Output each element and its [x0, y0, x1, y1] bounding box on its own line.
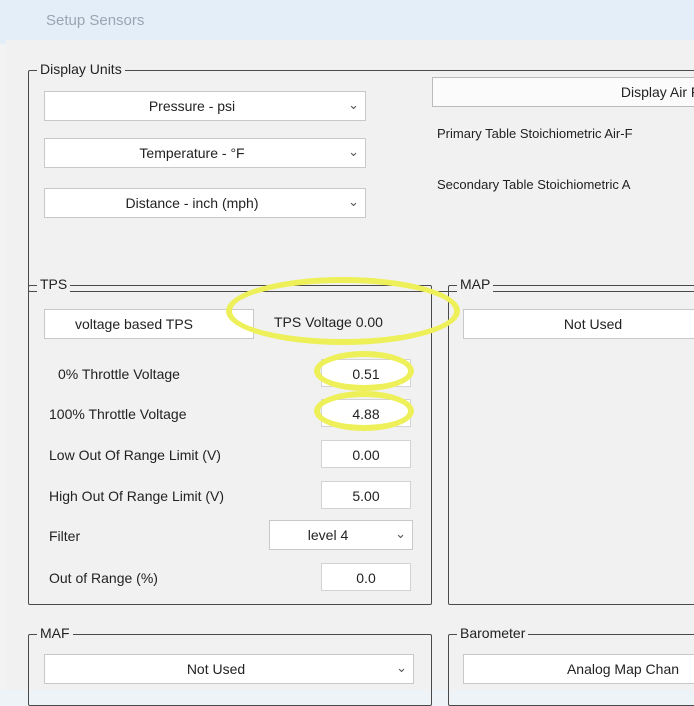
map-sensor-dropdown[interactable]: Not Used: [463, 309, 694, 339]
low-out-of-range-value: 0.00: [352, 447, 380, 463]
barometer-source-dropdown[interactable]: Analog Map Chan: [463, 654, 694, 684]
setup-sensors-window: Setup Sensors Display Units Pressure - p…: [0, 0, 694, 706]
chevron-down-icon: ⌄: [395, 526, 406, 541]
maf-group: MAF Not Used ⌄: [28, 625, 432, 706]
temperature-units-value: Temperature - °F: [139, 145, 245, 161]
throttle-0-voltage-label: 0% Throttle Voltage: [58, 366, 180, 382]
chevron-down-icon: ⌄: [348, 97, 359, 112]
maf-sensor-dropdown[interactable]: Not Used ⌄: [44, 654, 414, 684]
maf-sensor-value: Not Used: [186, 661, 246, 677]
out-of-range-percent-field[interactable]: 0.0: [321, 563, 411, 591]
chevron-down-icon: ⌄: [348, 194, 359, 209]
map-sensor-value: Not Used: [563, 316, 623, 332]
display-air-fuel-button[interactable]: Display Air Fue: [432, 77, 694, 107]
chevron-down-icon: ⌄: [396, 660, 407, 675]
temperature-units-dropdown[interactable]: Temperature - °F ⌄: [44, 138, 366, 168]
low-out-of-range-field[interactable]: 0.00: [321, 440, 411, 468]
tps-legend: TPS: [37, 276, 71, 292]
distance-units-value: Distance - inch (mph): [125, 195, 259, 211]
chevron-down-icon: ⌄: [348, 144, 359, 159]
throttle-100-highlight: [314, 391, 414, 431]
window-title: Setup Sensors: [46, 12, 145, 29]
distance-units-dropdown[interactable]: Distance - inch (mph) ⌄: [44, 188, 366, 218]
display-air-fuel-label: Display Air Fue: [620, 84, 694, 100]
pressure-units-value: Pressure - psi: [148, 98, 236, 114]
secondary-table-stoich-label: Secondary Table Stoichiometric A: [437, 177, 631, 192]
filter-value: level 4: [307, 527, 349, 543]
barometer-legend: Barometer: [457, 625, 529, 641]
tps-mode-dropdown[interactable]: voltage based TPS: [44, 309, 254, 339]
tps-mode-value: voltage based TPS: [74, 316, 194, 332]
barometer-source-value: Analog Map Chan: [566, 661, 680, 677]
primary-table-stoich-label: Primary Table Stoichiometric Air-F: [437, 126, 633, 141]
high-out-of-range-value: 5.00: [352, 488, 380, 504]
pressure-units-dropdown[interactable]: Pressure - psi ⌄: [44, 91, 366, 121]
tps-voltage-highlight: [226, 277, 460, 345]
throttle-100-voltage-label: 100% Throttle Voltage: [49, 406, 187, 422]
display-units-group: Display Units Pressure - psi ⌄ Temperatu…: [28, 61, 694, 292]
title-bar: Setup Sensors: [0, 0, 694, 44]
display-units-legend: Display Units: [37, 61, 125, 77]
barometer-group: Barometer Analog Map Chan: [448, 625, 694, 706]
filter-label: Filter: [49, 528, 81, 544]
map-legend: MAP: [457, 276, 494, 292]
filter-dropdown[interactable]: level 4 ⌄: [269, 520, 413, 550]
high-out-of-range-field[interactable]: 5.00: [321, 481, 411, 509]
throttle-0-highlight: [314, 351, 414, 391]
map-group: MAP Not Used: [448, 276, 694, 605]
maf-legend: MAF: [37, 625, 73, 641]
low-out-of-range-label: Low Out Of Range Limit (V): [49, 447, 221, 463]
out-of-range-percent-value: 0.0: [356, 570, 376, 586]
high-out-of-range-label: High Out Of Range Limit (V): [49, 488, 225, 504]
out-of-range-percent-label: Out of Range (%): [49, 570, 158, 586]
